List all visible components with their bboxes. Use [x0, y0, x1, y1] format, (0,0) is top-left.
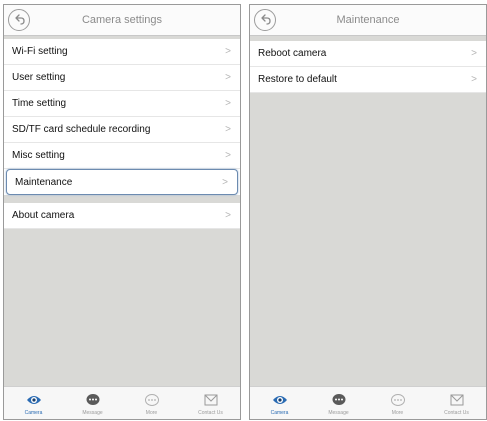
tab-label: Message [328, 410, 349, 416]
chevron-right-icon: > [225, 98, 231, 109]
tab-more[interactable]: More [368, 387, 427, 419]
page-title: Camera settings [81, 14, 163, 26]
menu-item-label: Reboot camera [258, 48, 327, 59]
menu-item-wifi-setting[interactable]: Wi-Fi setting > [4, 39, 240, 65]
menu-item-about-camera[interactable]: About camera > [4, 203, 240, 229]
menu-item-label: SD/TF card schedule recording [12, 124, 151, 135]
navbar: Maintenance [250, 5, 486, 36]
back-arrow-icon [15, 14, 25, 25]
maintenance-menu: Reboot camera > Restore to default > [250, 41, 486, 93]
chevron-right-icon: > [225, 46, 231, 57]
menu-item-sd-card-recording[interactable]: SD/TF card schedule recording > [4, 117, 240, 143]
tab-label: Camera [270, 410, 289, 416]
bottom-tab-bar: Camera Message More Contact Us [250, 386, 486, 419]
menu-item-label: Wi-Fi setting [12, 46, 68, 57]
tab-contact-us[interactable]: Contact Us [181, 387, 240, 419]
tab-camera[interactable]: Camera [4, 387, 63, 419]
menu-item-time-setting[interactable]: Time setting > [4, 91, 240, 117]
tab-label: Message [82, 410, 103, 416]
tab-label: Contact Us [444, 410, 469, 416]
tab-label: More [145, 410, 158, 416]
tab-message[interactable]: Message [63, 387, 122, 419]
chevron-right-icon: > [471, 74, 477, 85]
tab-label: Camera [24, 410, 43, 416]
page-title: Maintenance [336, 14, 400, 26]
menu-item-restore-default[interactable]: Restore to default > [250, 67, 486, 93]
more-icon [389, 392, 407, 408]
menu-item-label: User setting [12, 72, 66, 83]
section-gap [4, 195, 240, 203]
tab-label: Contact Us [198, 410, 223, 416]
eye-icon [25, 392, 43, 408]
back-button[interactable] [254, 9, 276, 31]
settings-menu: Wi-Fi setting > User setting > Time sett… [4, 39, 240, 229]
tab-message[interactable]: Message [309, 387, 368, 419]
menu-item-maintenance[interactable]: Maintenance > [6, 169, 238, 195]
tab-camera[interactable]: Camera [250, 387, 309, 419]
more-icon [143, 392, 161, 408]
menu-item-label: About camera [12, 210, 75, 221]
chevron-right-icon: > [225, 150, 231, 161]
back-button[interactable] [8, 9, 30, 31]
navbar: Camera settings [4, 5, 240, 36]
menu-item-label: Restore to default [258, 74, 337, 85]
chevron-right-icon: > [225, 124, 231, 135]
maintenance-screen: Maintenance Reboot camera > Restore to d… [249, 4, 487, 420]
tab-contact-us[interactable]: Contact Us [427, 387, 486, 419]
tab-label: More [391, 410, 404, 416]
chat-bubble-icon [84, 392, 102, 408]
menu-item-label: Misc setting [12, 150, 65, 161]
back-arrow-icon [261, 14, 271, 25]
menu-item-reboot-camera[interactable]: Reboot camera > [250, 41, 486, 67]
chevron-right-icon: > [225, 210, 231, 221]
menu-item-label: Maintenance [15, 177, 73, 188]
menu-item-label: Time setting [12, 98, 67, 109]
envelope-icon [202, 392, 220, 408]
chat-bubble-icon [330, 392, 348, 408]
menu-item-user-setting[interactable]: User setting > [4, 65, 240, 91]
chevron-right-icon: > [471, 48, 477, 59]
menu-item-misc-setting[interactable]: Misc setting > [4, 143, 240, 169]
envelope-icon [448, 392, 466, 408]
eye-icon [271, 392, 289, 408]
tab-more[interactable]: More [122, 387, 181, 419]
chevron-right-icon: > [222, 177, 228, 188]
camera-settings-screen: Camera settings Wi-Fi setting > User set… [3, 4, 241, 420]
chevron-right-icon: > [225, 72, 231, 83]
bottom-tab-bar: Camera Message More Contact Us [4, 386, 240, 419]
